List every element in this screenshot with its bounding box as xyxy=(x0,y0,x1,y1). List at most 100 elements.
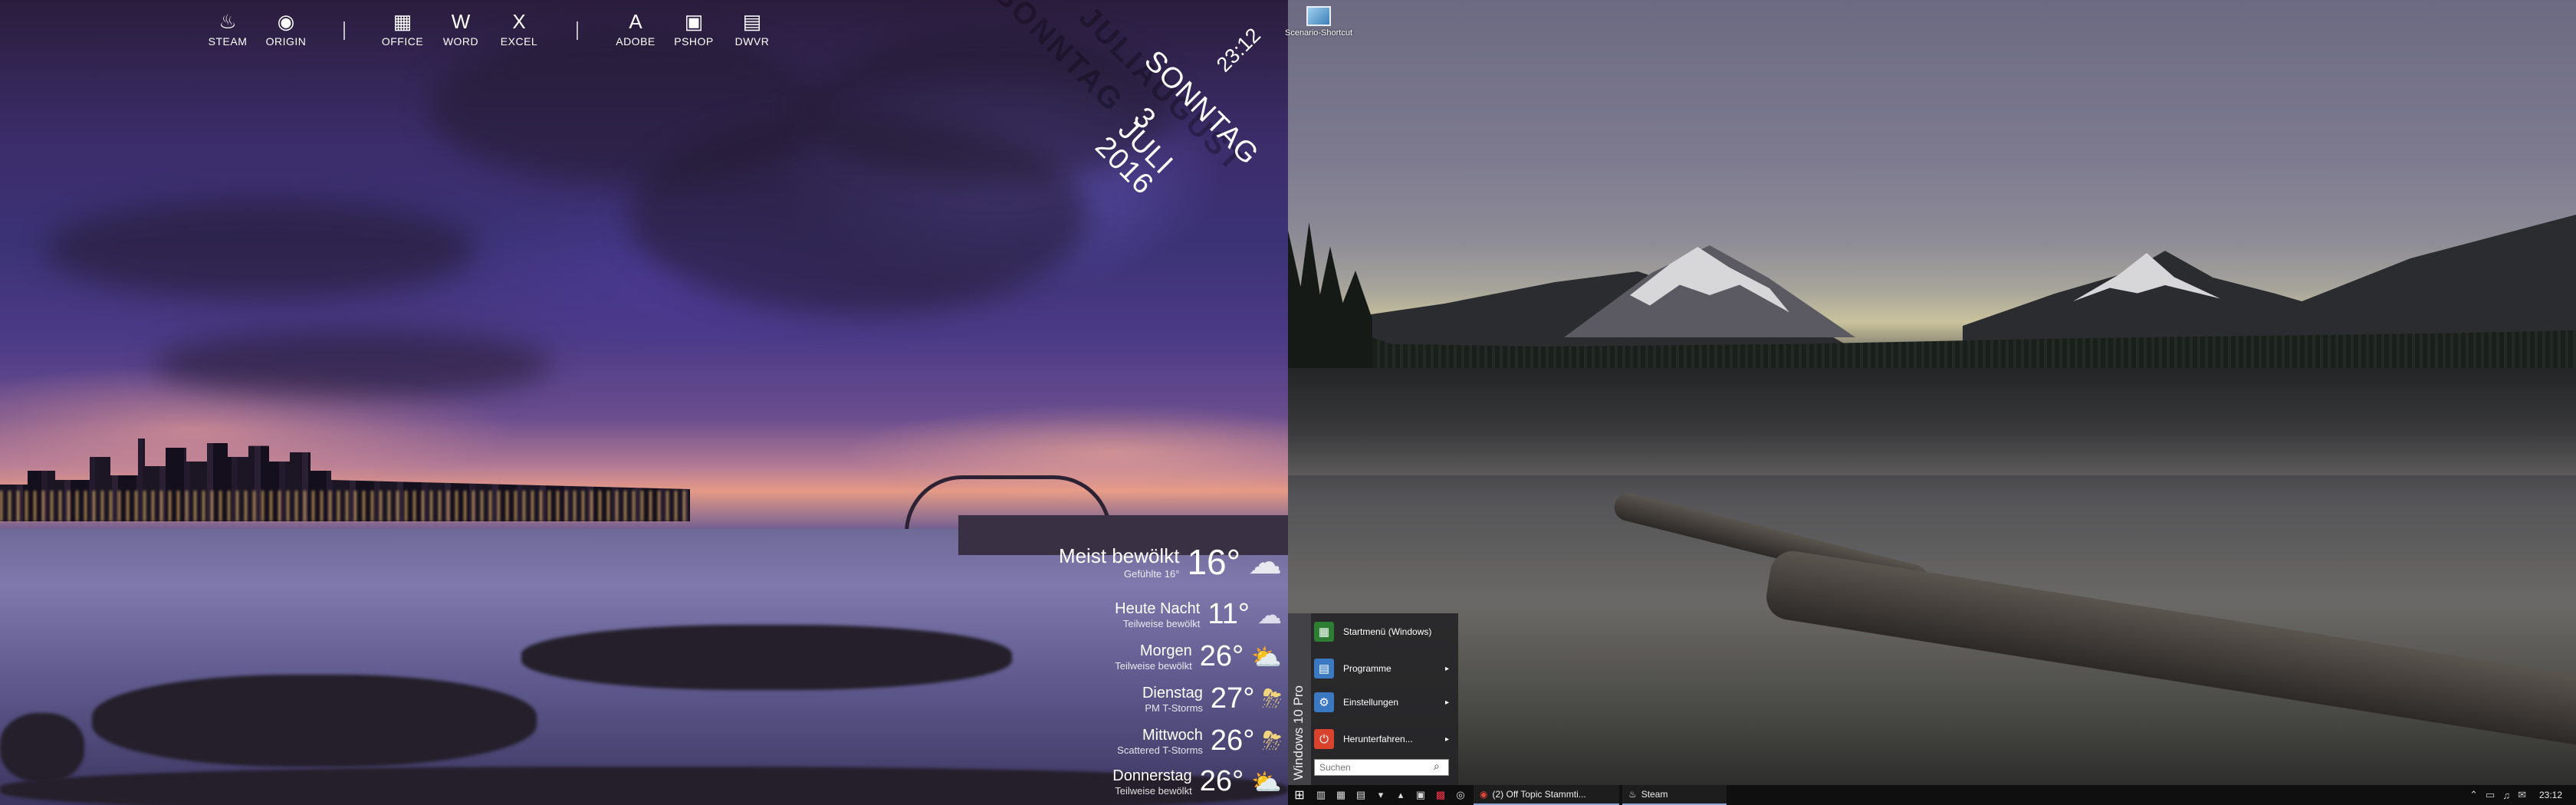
lake-reflection xyxy=(1288,368,2576,475)
launcher-divider xyxy=(577,21,578,40)
forecast-temp: 26° xyxy=(1210,724,1255,757)
forecast-day: Dienstag xyxy=(1142,684,1203,702)
cloud-icon: ☁ xyxy=(1248,543,1282,581)
thunderstorm-icon: ⛈ xyxy=(1262,726,1282,754)
task-label: (2) Off Topic Stammti... xyxy=(1492,789,1586,800)
desktop-shortcut[interactable]: Scenario-Shortcut xyxy=(1285,6,1352,38)
photoshop-icon: ▣ xyxy=(684,10,704,33)
programs-icon: ▤ xyxy=(1314,659,1334,678)
partly-cloudy-night-icon: ☁ xyxy=(1257,600,1282,629)
power-icon: ⏻ xyxy=(1314,729,1334,749)
edition-stripe: Windows 10 Pro xyxy=(1288,613,1311,787)
menu-item-label: Einstellungen xyxy=(1343,697,1399,708)
cloud xyxy=(46,199,475,299)
tray-up-icon[interactable]: ⌃ xyxy=(2469,789,2478,801)
left-desktop: ♨ STEAM ◉ ORIGIN ▦ OFFICE W WORD X EXCEL… xyxy=(0,0,1288,805)
rock xyxy=(521,625,1012,690)
city-lights xyxy=(0,491,690,521)
start-button[interactable]: ⊞ xyxy=(1288,785,1311,805)
settings-icon: ⚙ xyxy=(1314,692,1334,712)
launcher-origin[interactable]: ◉ ORIGIN xyxy=(259,11,313,48)
menu-item-label: Programme xyxy=(1343,663,1392,674)
thunderstorm-icon: ⛈ xyxy=(1262,684,1282,712)
tree-line xyxy=(1288,222,1372,383)
forecast-condition: Teilweise bewölkt xyxy=(1115,659,1192,672)
start-icon: ▦ xyxy=(1314,622,1334,642)
weather-current: Meist bewölkt Gefühlte 16° 16° ☁ xyxy=(1059,541,1282,583)
word-icon: W xyxy=(451,10,471,33)
launcher-excel[interactable]: X EXCEL xyxy=(492,11,546,48)
start-menu-item-windows[interactable]: ▦ Startmenü (Windows) xyxy=(1314,616,1455,647)
launcher-word[interactable]: W WORD xyxy=(434,11,488,48)
forecast-temp: 26° xyxy=(1199,765,1244,797)
launcher-adobe[interactable]: A ADOBE xyxy=(609,11,662,48)
down-arrow-icon[interactable]: ▾ xyxy=(1371,785,1391,805)
forecast-row: Donnerstag Teilweise bewölkt 26° ⛅ xyxy=(1112,765,1282,798)
excel-icon: X xyxy=(512,10,526,33)
launcher-steam[interactable]: ♨ STEAM xyxy=(201,11,255,48)
taskbar-clock[interactable]: 23:12 xyxy=(2539,790,2562,800)
taskbar-task-chrome[interactable]: ◉ (2) Off Topic Stammti... xyxy=(1474,785,1619,805)
dreamweaver-icon: ▤ xyxy=(742,10,762,33)
forecast-condition: Teilweise bewölkt xyxy=(1115,784,1192,797)
launcher-label: ORIGIN xyxy=(265,35,307,48)
task-label: Steam xyxy=(1641,789,1668,800)
steam-icon: ♨ xyxy=(1628,789,1637,800)
menu-item-label: Herunterfahren... xyxy=(1343,734,1413,744)
chevron-right-icon: ▸ xyxy=(1444,664,1449,673)
rock xyxy=(0,713,84,782)
taskbar: ⊞ ▥ ▦ ▤ ▾ ▴ ▣ ▩ ◎ ◉ (2) Off Topic Stammt… xyxy=(1288,785,2576,805)
right-desktop xyxy=(1288,0,2576,805)
task-view-icon[interactable]: ▥ xyxy=(1311,785,1331,805)
launcher-dreamweaver[interactable]: ▤ DWVR xyxy=(725,11,779,48)
app-icon[interactable]: ▣ xyxy=(1411,785,1431,805)
driftwood-log xyxy=(1763,547,2576,748)
launcher-photoshop[interactable]: ▣ PSHOP xyxy=(667,11,721,48)
partly-cloudy-icon: ⛅ xyxy=(1251,642,1282,671)
calculator-icon[interactable]: ▦ xyxy=(1331,785,1351,805)
forecast-day: Mittwoch xyxy=(1142,726,1203,744)
forecast-day: Donnerstag xyxy=(1112,767,1192,784)
start-menu-item-programs[interactable]: ▤ Programme ▸ xyxy=(1314,653,1455,684)
taskbar-task-steam[interactable]: ♨ Steam xyxy=(1622,785,1727,805)
forecast-temp: 11° xyxy=(1208,598,1250,630)
forecast-temp: 27° xyxy=(1210,682,1255,715)
launcher-label: ADOBE xyxy=(616,35,656,48)
launcher-label: STEAM xyxy=(208,35,248,48)
edition-label: Windows 10 Pro xyxy=(1291,685,1306,780)
chrome-icon: ◉ xyxy=(1480,789,1488,800)
launcher-label: WORD xyxy=(442,35,479,48)
chevron-right-icon: ▸ xyxy=(1444,734,1449,744)
network-icon[interactable]: ▭ xyxy=(2486,789,2495,801)
launcher-label: PSHOP xyxy=(674,35,714,48)
shortcut-icon xyxy=(1306,6,1331,26)
volume-icon[interactable]: ♫ xyxy=(2502,790,2510,801)
start-search-input[interactable] xyxy=(1314,759,1449,776)
menu-item-label: Startmenü (Windows) xyxy=(1343,626,1432,637)
forecast-temp: 26° xyxy=(1199,640,1244,672)
cloud xyxy=(153,330,552,399)
shortcut-label: Scenario-Shortcut xyxy=(1284,28,1353,38)
weather-feels: Gefühlte 16° xyxy=(1124,568,1180,580)
chevron-right-icon: ▸ xyxy=(1444,698,1449,707)
rock xyxy=(0,767,1288,805)
office-icon: ▦ xyxy=(393,10,412,33)
steam-icon: ♨ xyxy=(219,10,237,33)
start-menu-item-shutdown[interactable]: ⏻ Herunterfahren... ▸ xyxy=(1314,724,1455,754)
weather-temp: 16° xyxy=(1187,542,1240,582)
notification-icon[interactable]: ✉ xyxy=(2518,789,2526,801)
launcher-divider xyxy=(343,21,345,40)
browser-icon[interactable]: ◎ xyxy=(1451,785,1470,805)
rock xyxy=(92,675,537,767)
up-arrow-icon[interactable]: ▴ xyxy=(1391,785,1411,805)
start-menu-item-settings[interactable]: ⚙ Einstellungen ▸ xyxy=(1314,687,1455,718)
red-app-icon[interactable]: ▩ xyxy=(1431,785,1451,805)
forecast-row: Mittwoch Scattered T-Storms 26° ⛈ xyxy=(1117,724,1282,757)
adobe-icon: A xyxy=(629,10,642,33)
launcher-label: DWVR xyxy=(734,35,770,48)
search-icon[interactable]: ⌕ xyxy=(1434,760,1440,773)
launcher-label: OFFICE xyxy=(381,35,424,48)
partly-cloudy-icon: ⛅ xyxy=(1251,767,1282,796)
launcher-office[interactable]: ▦ OFFICE xyxy=(376,11,429,48)
notepad-icon[interactable]: ▤ xyxy=(1351,785,1371,805)
